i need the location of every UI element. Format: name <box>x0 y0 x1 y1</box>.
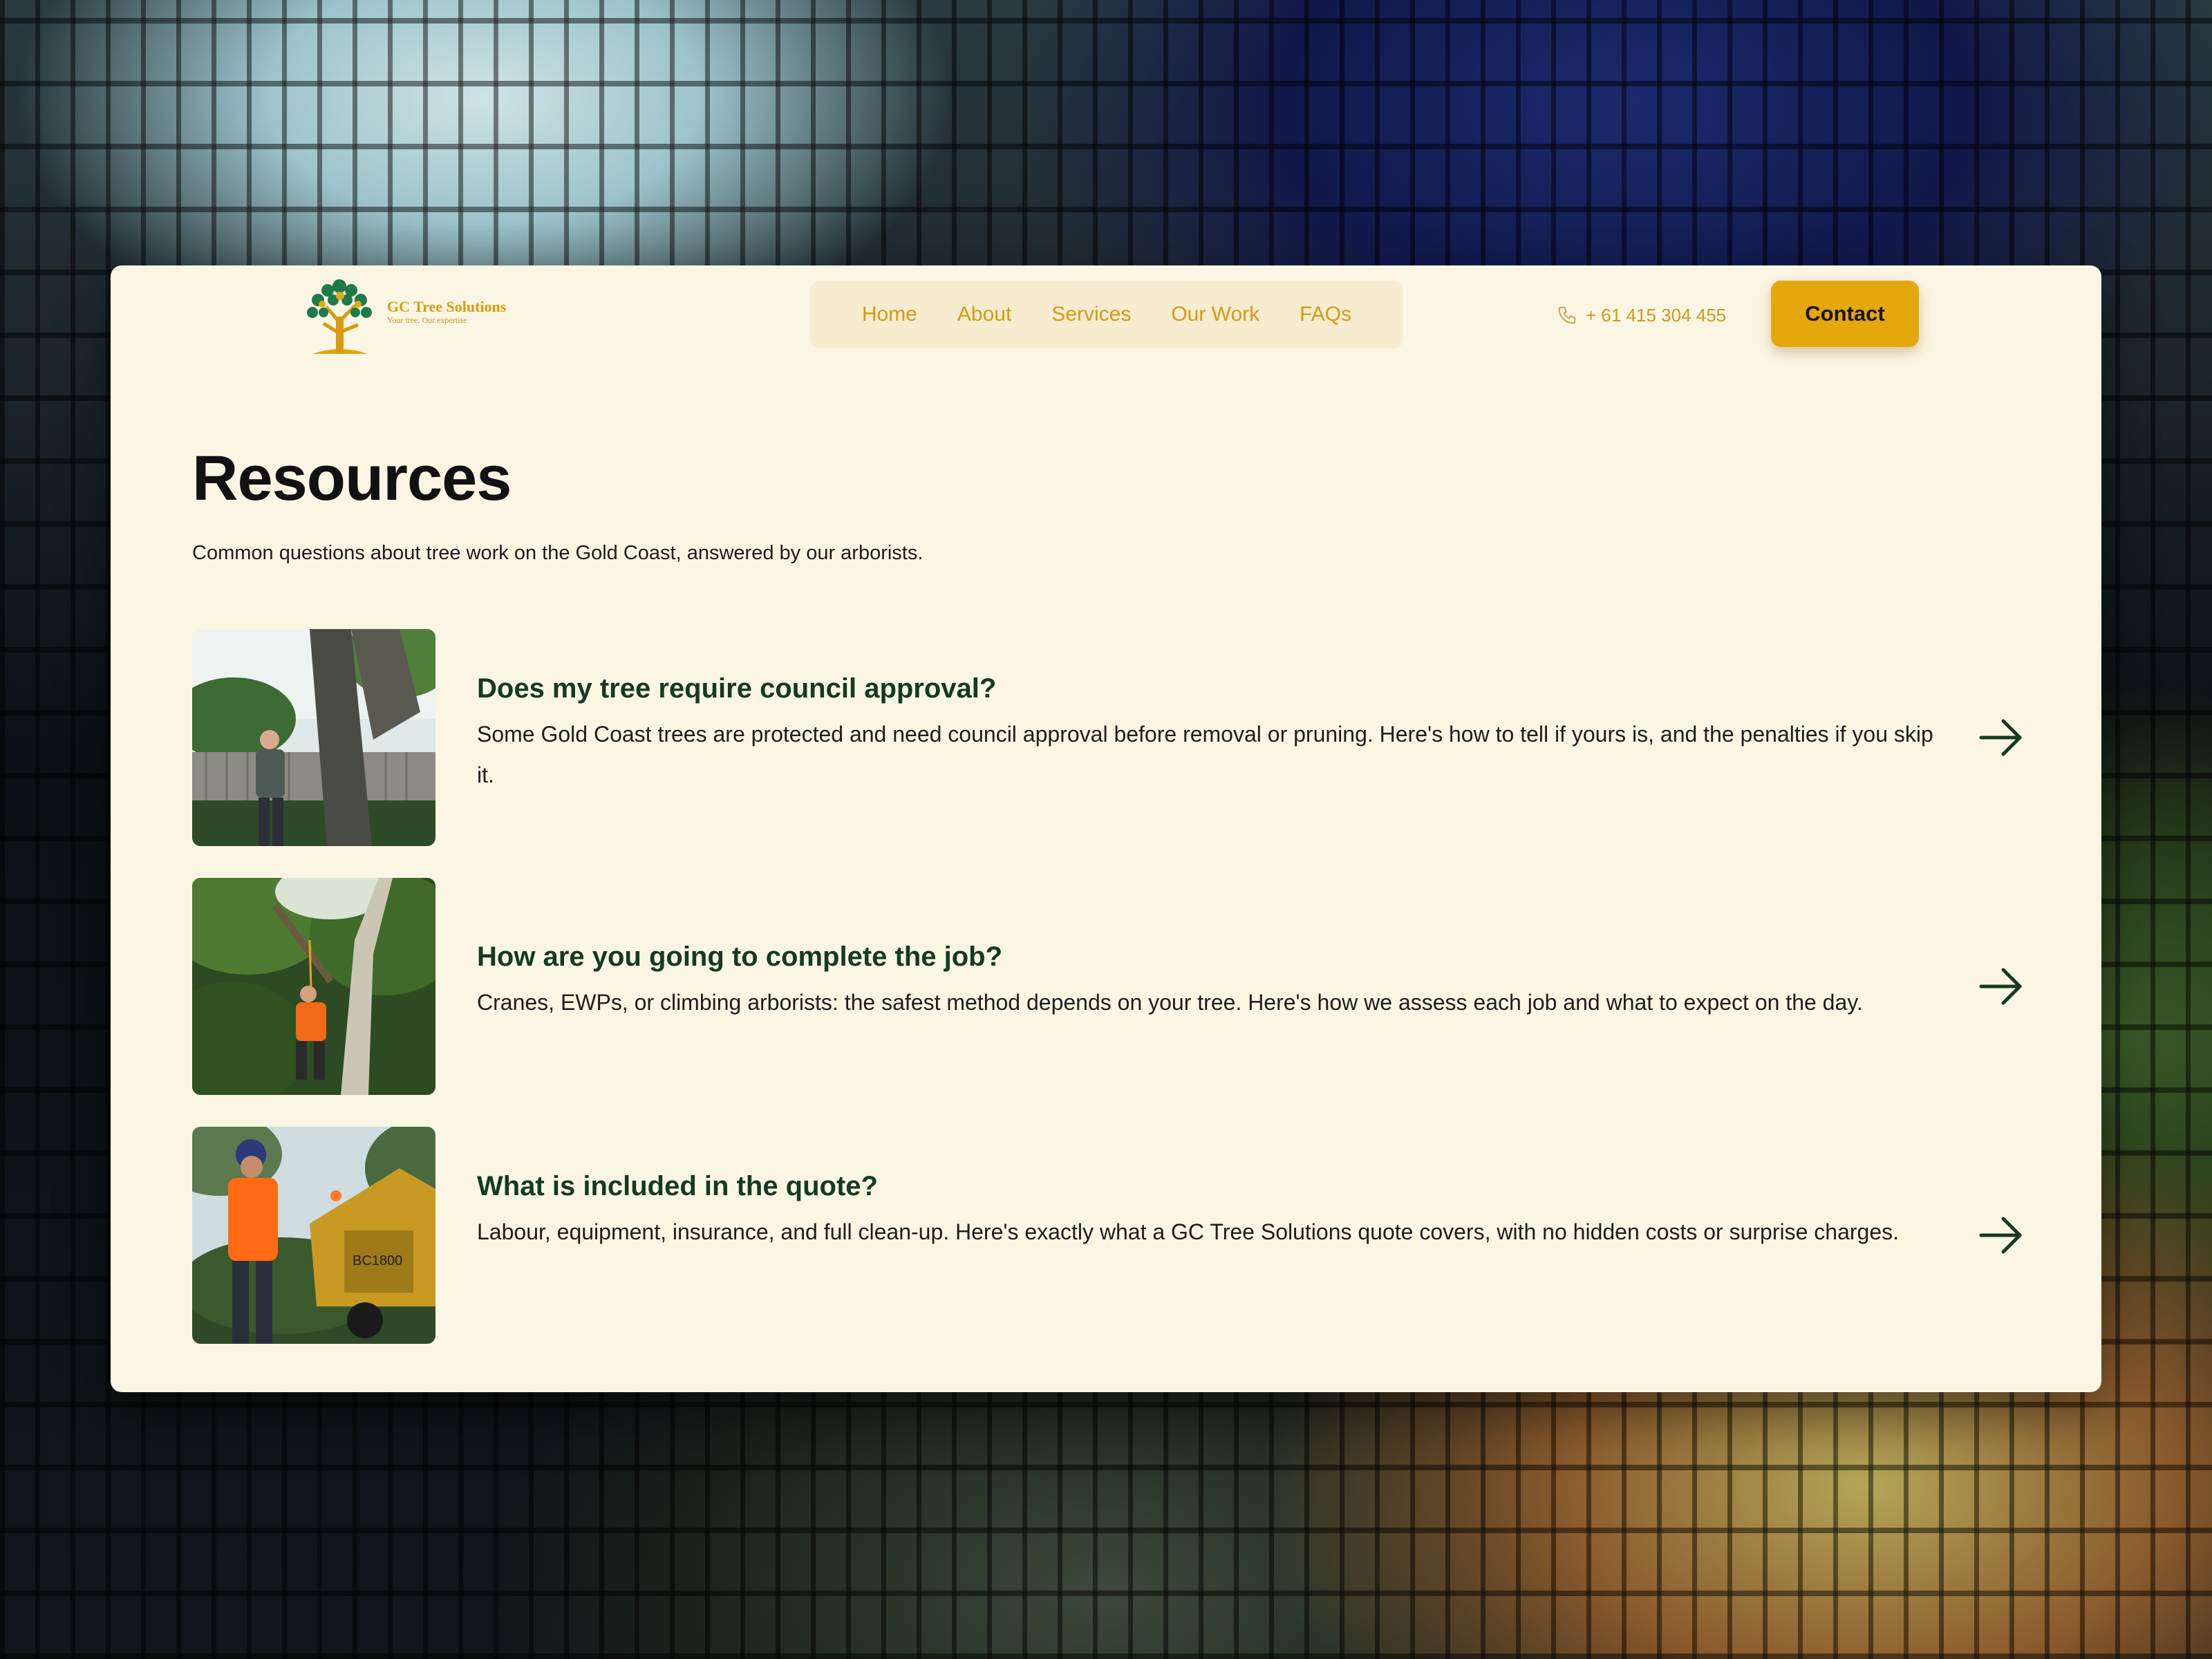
resource-thumbnail: BC1800 <box>192 1127 435 1344</box>
resource-thumbnail <box>192 629 435 846</box>
resource-title: Does my tree require council approval? <box>477 673 997 704</box>
nav-item-home[interactable]: Home <box>862 303 917 326</box>
phone-icon <box>1558 306 1576 324</box>
resource-card-quote[interactable]: BC1800 What is included in the quote? La… <box>192 1127 2024 1344</box>
contact-button[interactable]: Contact <box>1771 281 1919 347</box>
page-subtitle: Common questions about tree work on the … <box>192 542 924 564</box>
resource-card-council-approval[interactable]: Does my tree require council approval? S… <box>192 629 2024 846</box>
resource-title: What is included in the quote? <box>477 1171 878 1201</box>
nav-item-services[interactable]: Services <box>1051 303 1131 326</box>
resource-description: Labour, equipment, insurance, and full c… <box>477 1219 1899 1244</box>
resource-thumbnail <box>192 878 435 1095</box>
svg-text:BC1800: BC1800 <box>353 1253 402 1268</box>
tree-logo-icon <box>307 279 372 354</box>
arrow-right-icon[interactable] <box>1978 966 2024 1006</box>
phone-link[interactable]: + 61 415 304 455 <box>1557 301 1726 329</box>
resource-description: Cranes, EWPs, or climbing arborists: the… <box>477 990 1863 1015</box>
main-card: GC Tree Solutions Your tree. Our experti… <box>111 265 2101 1392</box>
brand-name: GC Tree Solutions <box>387 298 507 316</box>
arrow-right-icon[interactable] <box>1978 718 2024 758</box>
brand-tagline: Your tree. Our expertise <box>387 315 467 325</box>
phone-number: + 61 415 304 455 <box>1586 304 1727 326</box>
arrow-right-icon[interactable] <box>1978 1215 2024 1255</box>
resource-title: How are you going to complete the job? <box>477 941 1003 972</box>
resource-description: Some Gold Coast trees are protected and … <box>477 722 1933 787</box>
page-title: Resources <box>192 443 512 514</box>
brand-logo[interactable]: GC Tree Solutions Your tree. Our experti… <box>292 272 527 359</box>
nav-item-faqs[interactable]: FAQs <box>1300 303 1351 326</box>
nav-item-about[interactable]: About <box>957 303 1011 326</box>
resource-card-job-method[interactable]: How are you going to complete the job? C… <box>192 878 2024 1095</box>
nav-item-our-work[interactable]: Our Work <box>1171 303 1259 326</box>
main-nav: Home About Services Our Work FAQs <box>810 281 1403 348</box>
